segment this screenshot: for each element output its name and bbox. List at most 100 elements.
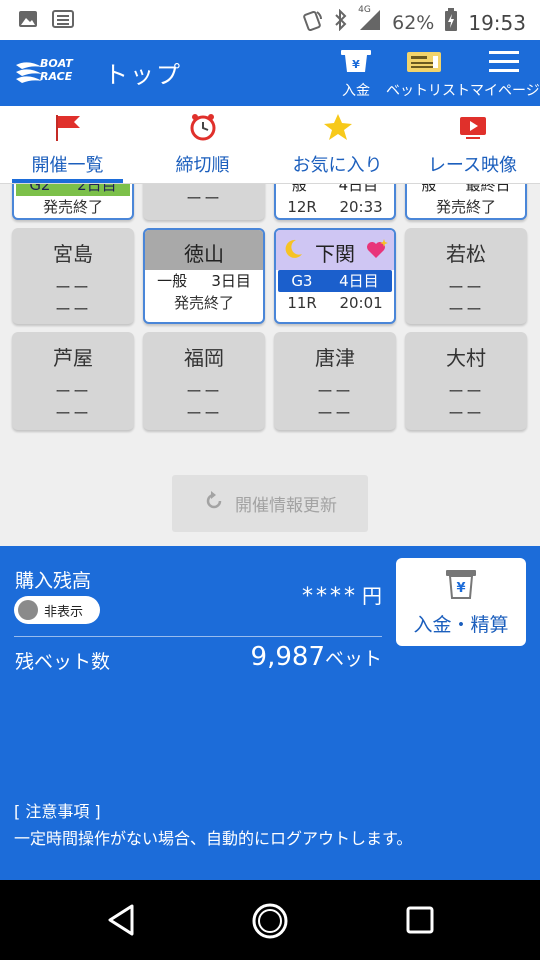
venue-line2: ーー (185, 404, 222, 423)
venue-line1: ーー (447, 382, 484, 401)
venue-line2: ーー (316, 404, 353, 423)
network-type: 4G (358, 5, 371, 15)
back-icon[interactable] (104, 902, 138, 942)
refresh-icon (203, 490, 225, 517)
remaining-bets-number: 9,987 (250, 642, 325, 672)
heart-sparkle-icon (364, 238, 388, 265)
venue-race-number: 12R (287, 198, 317, 216)
boatrace-logo[interactable]: BOAT RACE (14, 57, 86, 89)
bet-list-button[interactable]: ベットリスト (386, 48, 470, 100)
venue-card-ashiya[interactable]: 芦屋 ーー ーー (12, 332, 134, 430)
venue-grade: G2 (29, 184, 51, 194)
venue-name: 下関 (315, 242, 355, 266)
notice-heading: [ 注意事項 ] (14, 802, 101, 821)
venue-line1: ーー (316, 382, 353, 401)
svg-text:¥: ¥ (456, 581, 465, 596)
remaining-bets-unit: ベット (324, 648, 382, 670)
battery-charging-icon (444, 8, 458, 37)
tab-schedule-list-label: 開催一覧 (31, 155, 104, 176)
venue-deadline: 20:33 (339, 198, 383, 216)
venue-status: 発売終了 (435, 198, 496, 216)
venue-card-partial-4[interactable]: 般 最終日 発売終了 (405, 184, 527, 220)
venue-card-wakamatsu[interactable]: 若松 ーー ーー (405, 228, 527, 324)
recent-apps-icon[interactable] (404, 902, 436, 942)
bluetooth-icon (334, 8, 348, 36)
tab-favorites-label: お気に入り (292, 155, 383, 176)
venue-line2: ーー (54, 404, 91, 423)
nfc-icon (302, 9, 324, 36)
venue-line1: ーー (447, 278, 484, 297)
venue-card-partial-3[interactable]: 般 4日目 12R 20:33 (274, 184, 396, 220)
venue-status: 発売終了 (42, 198, 103, 216)
app-header: BOAT RACE トップ ¥ 入金 ベットリスト マイページ (0, 40, 540, 106)
venue-name: 唐津 (315, 346, 355, 370)
logo-text-boat: BOAT (40, 57, 73, 70)
remaining-bets-label: 残ベット数 (15, 651, 111, 673)
venue-card-omura[interactable]: 大村 ーー ーー (405, 332, 527, 430)
main-tabs: 開催一覧 締切順 お気に入り レース映像 (0, 106, 540, 184)
venue-card-miyajima[interactable]: 宮島 ーー ーー (12, 228, 134, 324)
tab-favorites[interactable]: お気に入り (270, 106, 405, 183)
venue-card-partial-1[interactable]: G2 2日目 発売終了 (12, 184, 134, 220)
balance-visibility-toggle[interactable]: 非表示 (14, 596, 100, 624)
hamburger-menu-icon (487, 51, 521, 78)
toggle-knob (18, 600, 38, 620)
venue-day: 最終日 (465, 184, 511, 194)
venue-name: 若松 (446, 242, 486, 266)
yen-ticket-icon: ¥ (339, 50, 373, 78)
deposit-settle-button[interactable]: ¥ 入金・精算 (396, 558, 526, 646)
refresh-schedule-button[interactable]: 開催情報更新 (172, 475, 368, 532)
red-flag-icon (53, 113, 83, 145)
venue-status: 発売終了 (173, 294, 234, 312)
notice-body: 一定時間操作がない場合、自動的にログアウトします。 (14, 829, 413, 848)
tab-schedule-list[interactable]: 開催一覧 (0, 106, 135, 183)
venue-grade: G3 (291, 272, 313, 290)
venue-card-partial-2[interactable]: ーー (143, 184, 265, 220)
system-nav-bar (0, 880, 540, 960)
venue-line2: ーー (447, 300, 484, 319)
tab-race-video[interactable]: レース映像 (405, 106, 540, 183)
balance-label: 購入残高 (15, 570, 92, 592)
tab-race-video-label: レース映像 (427, 155, 518, 176)
venue-card-shimonoseki[interactable]: 下関 G3 4日目 11R 20:01 (274, 228, 396, 324)
status-bar: 4G 62% 19:53 (0, 0, 540, 40)
signal-icon: 4G (358, 5, 382, 36)
venue-grade: 般 (291, 184, 307, 194)
refresh-label: 開催情報更新 (235, 496, 337, 516)
venue-name: 宮島 (53, 242, 93, 266)
venue-status: ーー (185, 189, 222, 208)
venue-line1: ーー (54, 278, 91, 297)
venue-line1: ーー (54, 382, 91, 401)
venue-day: 4日目 (338, 184, 379, 194)
logo-text-race: RACE (40, 70, 73, 83)
venue-card-karatsu[interactable]: 唐津 ーー ーー (274, 332, 396, 430)
venue-day: 3日目 (211, 272, 251, 290)
venue-line2: ーー (447, 404, 484, 423)
venue-line2: ーー (54, 300, 91, 319)
venue-line1: ーー (185, 382, 222, 401)
alarm-clock-icon (189, 113, 217, 145)
deposit-header-button[interactable]: ¥ 入金 (334, 48, 378, 100)
svg-text:¥: ¥ (352, 58, 360, 71)
venue-deadline: 20:01 (339, 294, 383, 312)
bet-list-label: ベットリスト (386, 83, 470, 99)
star-icon (323, 113, 353, 145)
venue-card-tokuyama[interactable]: 徳山 一般 3日目 発売終了 (143, 228, 265, 324)
venue-day: 4日目 (339, 272, 379, 290)
balance-masked: **** (302, 584, 358, 609)
gallery-notification-icon (18, 10, 38, 32)
bet-ticket-icon (405, 52, 443, 78)
deposit-header-label: 入金 (342, 83, 370, 99)
battery-percent: 62% (392, 11, 435, 34)
mypage-button[interactable]: マイページ (470, 48, 540, 100)
clock: 19:53 (468, 10, 526, 35)
balance-panel: 購入残高 非表示 **** 円 残ベット数 9,987ベット ¥ 入金・精算 [ … (0, 546, 540, 880)
venue-name: 大村 (446, 346, 486, 370)
venue-name: 福岡 (184, 346, 224, 370)
tab-deadline-order[interactable]: 締切順 (135, 106, 270, 183)
venue-card-fukuoka[interactable]: 福岡 ーー ーー (143, 332, 265, 430)
home-icon[interactable] (251, 902, 289, 944)
balance-value: **** 円 (302, 580, 382, 609)
deposit-settle-label: 入金・精算 (413, 614, 509, 636)
venue-name: 芦屋 (53, 346, 93, 370)
